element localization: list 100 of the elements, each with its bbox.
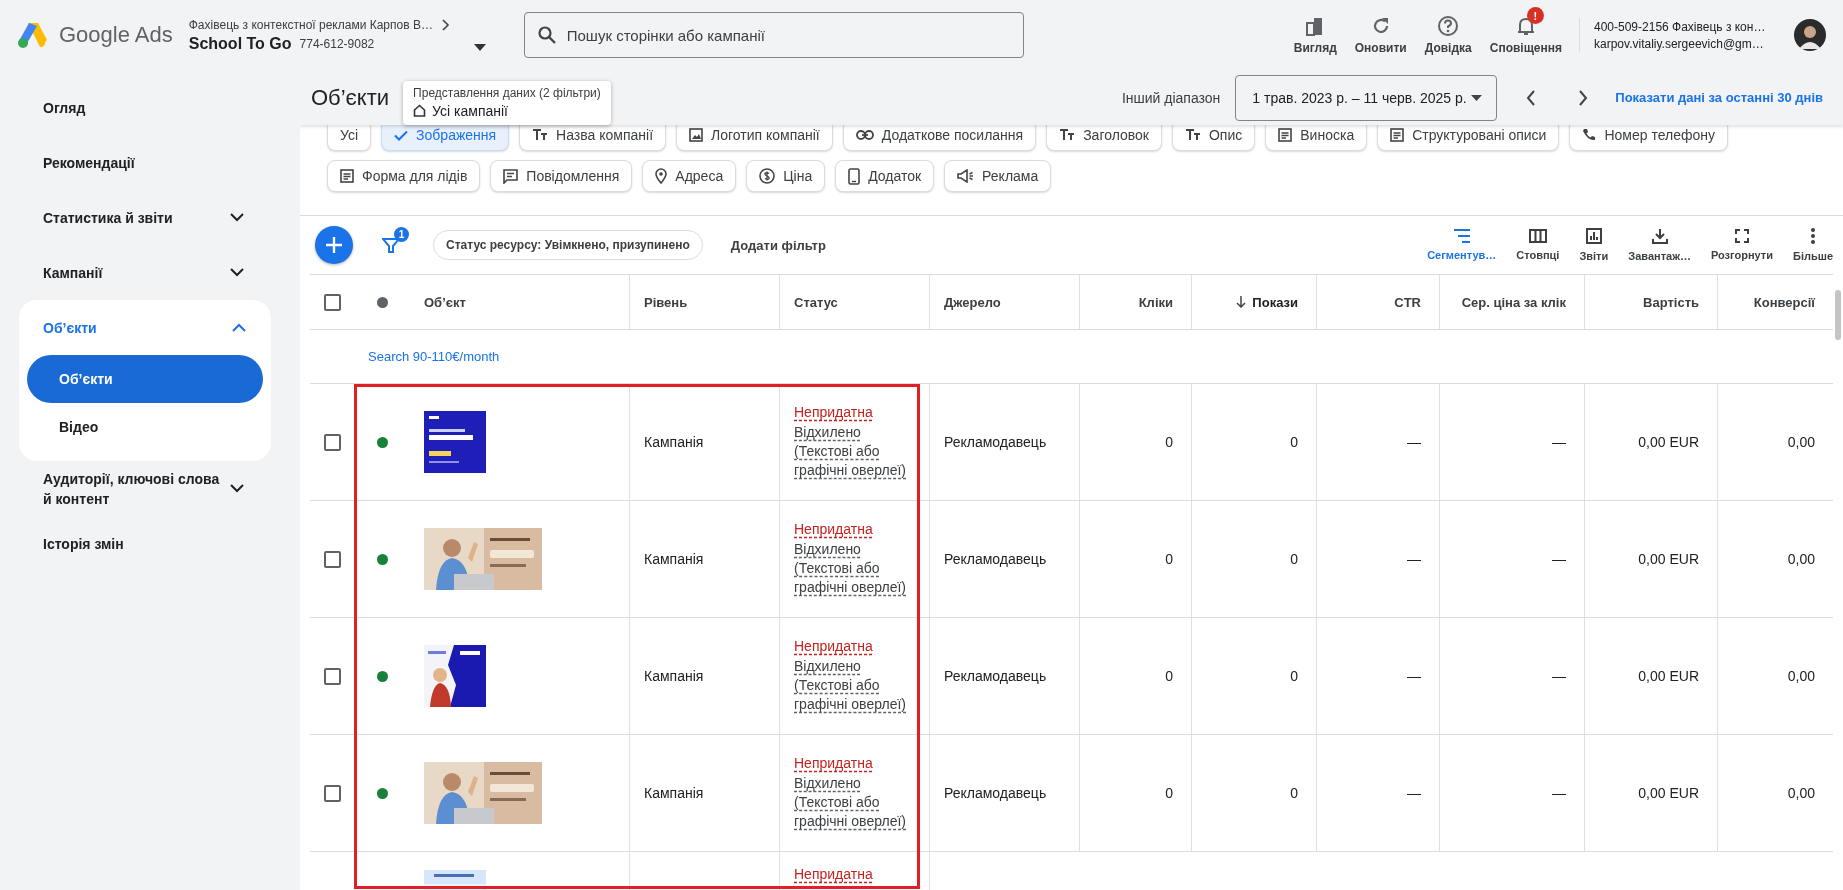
metric-value: 0 — [1165, 434, 1173, 450]
metric-value: — — [1552, 668, 1566, 684]
filter-chip[interactable]: Структуровані описи — [1377, 125, 1560, 151]
select-all-checkbox[interactable] — [324, 293, 341, 311]
recent-data-link[interactable]: Показати дані за останні 30 днів — [1615, 90, 1823, 105]
metric-value: — — [1407, 785, 1421, 801]
metric-value: 0 — [1290, 785, 1298, 801]
column-header[interactable]: Джерело — [944, 294, 1001, 310]
metric-value: — — [1552, 551, 1566, 567]
header-action-button[interactable]: Вигляд — [1284, 6, 1346, 55]
column-header[interactable]: Вартість — [1643, 294, 1699, 310]
data-view-selector[interactable]: Представлення даних (2 фільтри) Усі кампанії — [403, 80, 611, 125]
range-label: Інший діапазон — [1121, 89, 1221, 106]
nav-item[interactable]: Історія змін — [0, 516, 270, 571]
level-text: Кампанія — [644, 551, 704, 567]
account-name: School To Go — [188, 34, 292, 53]
page-title: Об’єкти — [311, 84, 390, 111]
chevron-down-icon — [230, 213, 244, 222]
metric-value: — — [1552, 434, 1566, 450]
status-reason: Відхилено (Текстові або графічні оверлеї) — [794, 540, 907, 597]
account-switcher[interactable]: Фахівець з контекстної реклами Карпов В… School To Go 774-612-9082 — [188, 17, 494, 59]
caret-icon — [473, 43, 486, 51]
filter-chip[interactable]: Реклама — [944, 160, 1052, 192]
toolbar-button[interactable]: Завантаж… — [1618, 228, 1701, 262]
nav-subitem[interactable]: Об’єкти — [27, 355, 263, 403]
nav-subitem[interactable]: Відео — [27, 403, 263, 451]
filter-chip[interactable]: Додаткове посилання — [842, 125, 1037, 151]
nav-item[interactable]: Огляд — [0, 80, 270, 135]
caret-icon — [1471, 94, 1483, 101]
nav-item[interactable]: Статистика й звіти — [0, 190, 270, 245]
header-action-button[interactable]: Оновити — [1345, 6, 1416, 55]
image-icon — [689, 128, 703, 142]
filter-chip[interactable]: Назва компанії — [519, 125, 666, 151]
header-action-button[interactable]: Довідка — [1415, 6, 1481, 55]
filter-chip[interactable]: Зображення — [381, 125, 510, 151]
phone-icon — [1582, 128, 1597, 142]
toolbar-button[interactable]: Сегментув… — [1417, 229, 1507, 261]
filter-chip[interactable]: Ціна — [746, 160, 826, 192]
segment-icon — [1452, 229, 1471, 243]
source-text: Рекламодавець — [944, 785, 1047, 801]
toolbar-button[interactable]: Розгорнути — [1700, 229, 1783, 261]
header-action-button[interactable]: ! Сповіщення — [1480, 6, 1571, 55]
message-icon — [503, 168, 519, 184]
document-icon — [1390, 128, 1405, 142]
filter-chip[interactable]: Додаток — [835, 160, 935, 192]
metric-value: 0 — [1290, 551, 1298, 567]
nav-item[interactable]: Кампанії — [0, 245, 270, 300]
search-field[interactable]: Пошук сторінки або кампанії — [523, 12, 1024, 58]
add-filter-button[interactable]: Додати фільтр — [730, 237, 826, 253]
source-text: Рекламодавець — [944, 434, 1047, 450]
nav-item[interactable]: Аудиторії, ключові слова й контент — [0, 461, 270, 516]
metric-value: 0,00 EUR — [1638, 434, 1699, 450]
date-range-dropdown[interactable]: 1 трав. 2023 р. – 11 черв. 2025 р. — [1235, 74, 1498, 121]
scrollbar-thumb[interactable] — [1835, 290, 1841, 340]
columns-icon — [1528, 229, 1547, 243]
avatar-icon[interactable] — [1794, 19, 1826, 51]
filter-chip[interactable]: Логотип компанії — [676, 125, 833, 151]
filter-chip[interactable]: Форма для лідів — [327, 160, 481, 192]
filter-chip[interactable]: Усі — [327, 125, 372, 151]
link-icon — [855, 130, 874, 140]
status-text: Непридатна — [794, 638, 873, 654]
filter-chip[interactable]: Повідомлення — [490, 160, 633, 192]
row-checkbox[interactable] — [324, 667, 341, 685]
metric-value: 0,00 — [1787, 434, 1815, 450]
filter-chip[interactable]: Адреса — [642, 160, 737, 192]
row-checkbox[interactable] — [324, 433, 341, 451]
column-header[interactable]: Об’єкт — [424, 294, 466, 310]
search-icon — [536, 25, 557, 45]
filter-button[interactable]: 1 — [373, 227, 409, 263]
filter-chip[interactable]: Номер телефону — [1569, 125, 1728, 151]
filter-chip[interactable]: Опис — [1172, 125, 1256, 151]
column-header[interactable]: CTR — [1394, 294, 1421, 310]
column-header[interactable]: Конверсії — [1753, 294, 1815, 310]
text-format-icon — [532, 129, 549, 141]
filter-chip[interactable]: Виноска — [1265, 125, 1368, 151]
metric-value: 0,00 — [1787, 551, 1815, 567]
chevron-right-icon — [1578, 89, 1589, 106]
column-header[interactable]: Статус — [794, 294, 838, 310]
source-text: Рекламодавець — [944, 668, 1047, 684]
account-id: 774-612-9082 — [299, 36, 375, 51]
document-icon — [340, 169, 354, 183]
column-header[interactable]: Покази — [1236, 294, 1298, 310]
row-checkbox[interactable] — [324, 550, 341, 568]
filter-chip[interactable]: Заголовок — [1046, 125, 1162, 151]
metric-value: — — [1407, 434, 1421, 450]
toolbar-button[interactable]: Більше — [1783, 228, 1843, 262]
add-button[interactable] — [315, 226, 353, 264]
row-checkbox[interactable] — [324, 784, 341, 802]
expand-icon — [1735, 229, 1749, 243]
column-header[interactable]: Кліки — [1138, 294, 1173, 310]
download-icon — [1651, 228, 1668, 244]
column-header[interactable]: Сер. ціна за клік — [1461, 294, 1566, 310]
nav-item[interactable]: Об’єкти — [19, 300, 271, 355]
toolbar-button[interactable]: Звіти — [1569, 228, 1619, 262]
filter-icon — [382, 236, 400, 254]
column-header[interactable]: Рівень — [644, 294, 688, 310]
campaign-group-link[interactable]: Search 90-110€/month — [368, 349, 500, 364]
metric-value: 0,00 EUR — [1638, 668, 1699, 684]
nav-item[interactable]: Рекомендації — [0, 135, 270, 190]
toolbar-button[interactable]: Стовпці — [1506, 229, 1570, 261]
